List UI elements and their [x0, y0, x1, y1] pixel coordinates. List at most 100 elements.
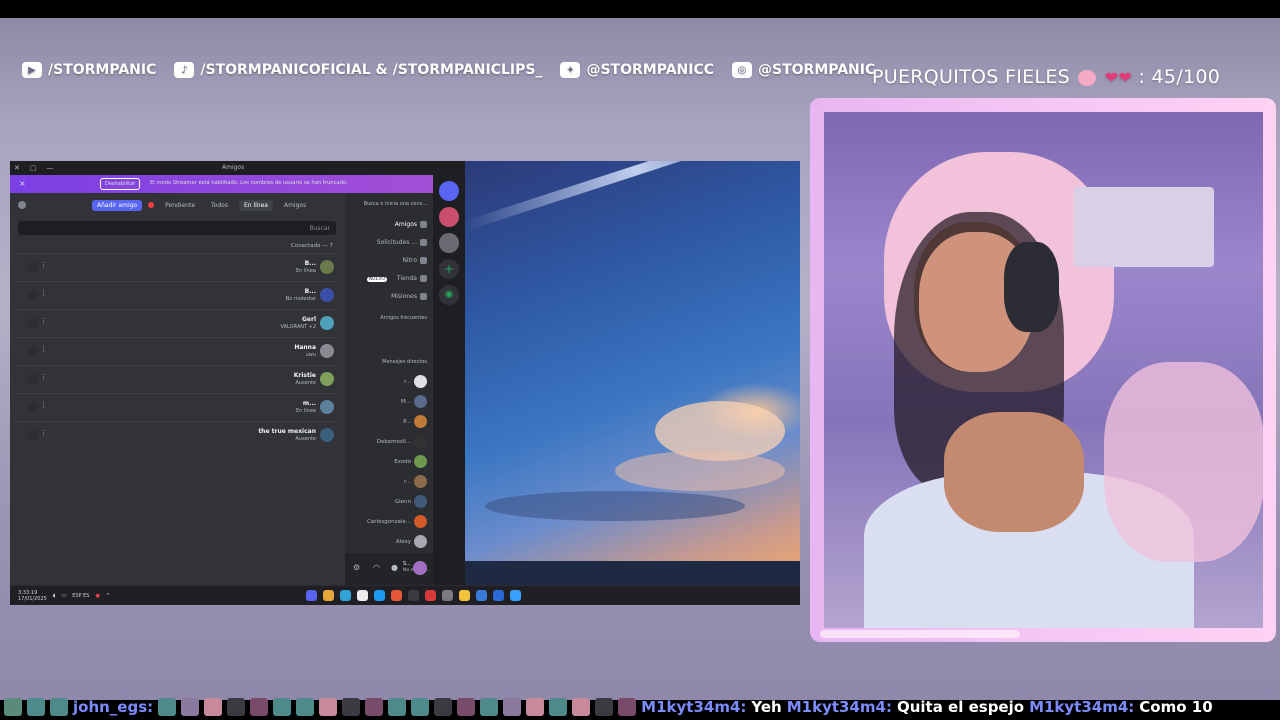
friend-name: Gerl — [301, 316, 316, 323]
sidebar-item-nitro[interactable]: Nitro — [402, 257, 427, 264]
sidebar-item-shop[interactable]: NUEVO Tienda — [366, 275, 427, 282]
more-options-icon[interactable]: ⋮ — [40, 345, 47, 353]
emote-icon — [27, 697, 45, 716]
tab-online[interactable]: En línea — [238, 199, 273, 211]
headphones-icon[interactable]: ◠ — [373, 563, 380, 572]
dm-item[interactable]: P... — [403, 415, 427, 428]
dm-item[interactable]: Exodo — [394, 455, 427, 468]
avatar — [414, 375, 427, 388]
chat-username[interactable]: M1kyt34m4: — [1029, 698, 1134, 716]
friend-row[interactable]: B... No molestar ⋮ — [18, 281, 336, 309]
friend-row[interactable]: Hanna uwu ⋮ — [18, 337, 336, 365]
friend-row[interactable]: B... En línea ⋮ — [18, 253, 336, 281]
language-indicator[interactable]: ESP ES — [72, 593, 89, 599]
avatar[interactable] — [413, 561, 427, 575]
dm-item[interactable]: r... — [404, 375, 427, 388]
close-window-icon[interactable]: ✕ — [14, 164, 20, 172]
tab-all[interactable]: Todos — [206, 200, 233, 211]
obs-app-icon[interactable] — [425, 590, 436, 601]
disable-streamer-mode-button[interactable]: Deshabilitar — [100, 178, 141, 190]
settings-icon[interactable]: ⚙ — [353, 563, 360, 572]
dm-item[interactable]: Alexy — [396, 535, 427, 548]
friends-search-input[interactable]: Buscar — [18, 221, 336, 235]
friend-status: En línea — [295, 408, 316, 414]
more-options-icon[interactable]: ⋮ — [40, 373, 47, 381]
emote-icon — [296, 697, 315, 716]
message-icon[interactable] — [28, 430, 38, 440]
brave-app-icon[interactable] — [391, 590, 402, 601]
dm-item[interactable]: r... — [404, 475, 427, 488]
microphone-icon[interactable]: ● — [95, 593, 99, 599]
emote-icon — [595, 697, 614, 716]
more-options-icon[interactable]: ⋮ — [40, 261, 47, 269]
search-icon[interactable] — [493, 590, 504, 601]
app-icon[interactable] — [374, 590, 385, 601]
dm-item[interactable]: Glenn — [395, 495, 427, 508]
friend-status: Ausente — [295, 436, 316, 442]
windows-start-icon[interactable] — [510, 590, 521, 601]
server-icon[interactable] — [439, 233, 459, 253]
inbox-icon[interactable] — [18, 201, 26, 209]
clock[interactable]: 3:33:19 17/01/2025 — [18, 590, 47, 602]
banner-dismiss-button[interactable]: × — [19, 179, 26, 188]
youtube-icon: ▶ — [22, 62, 42, 78]
friend-row[interactable]: m... En línea ⋮ — [18, 393, 336, 421]
network-icon[interactable]: ▭ — [61, 593, 66, 599]
explore-icon[interactable]: ◉ — [439, 285, 459, 305]
app-icon[interactable] — [442, 590, 453, 601]
minimize-window-icon[interactable]: ▢ — [30, 164, 37, 172]
add-server-icon[interactable]: + — [439, 259, 459, 279]
add-friend-button[interactable]: Añadir amigo — [92, 199, 143, 211]
channel-sidebar: Busca o inicia una conv... Amigos Solici… — [345, 193, 433, 585]
app-icon[interactable] — [408, 590, 419, 601]
avatar — [320, 288, 334, 302]
sidebar-item-missions[interactable]: Misiones — [391, 293, 427, 300]
youtube-handle: /STORMPANIC — [48, 62, 157, 78]
dm-name: M... — [401, 399, 411, 405]
chat-username[interactable]: john_egs: — [73, 698, 153, 716]
microphone-icon[interactable]: ● — [391, 563, 398, 572]
message-icon[interactable] — [28, 290, 38, 300]
nitro-icon — [420, 257, 427, 264]
tab-friends[interactable]: Amigos — [279, 200, 311, 211]
sidebar-item-requests[interactable]: Solicitudes ... — [377, 239, 427, 246]
sidebar-item-friends[interactable]: Amigos — [395, 221, 427, 228]
friend-row[interactable]: Kristie Ausente ⋮ — [18, 365, 336, 393]
more-options-icon[interactable]: ⋮ — [40, 289, 47, 297]
cloud-shape — [615, 451, 785, 491]
more-options-icon[interactable]: ⋮ — [40, 317, 47, 325]
discord-home-icon[interactable] — [439, 181, 459, 201]
conversation-search-input[interactable]: Busca o inicia una conv... — [364, 201, 427, 207]
tab-pending[interactable]: Pendiente — [160, 200, 200, 211]
avatar — [414, 515, 427, 528]
more-options-icon[interactable]: ⋮ — [40, 401, 47, 409]
maximize-window-icon[interactable]: — — [47, 164, 54, 172]
chat-username[interactable]: M1kyt34m4: — [787, 698, 892, 716]
volume-icon[interactable]: ◖ — [53, 593, 56, 599]
chat-username[interactable]: M1kyt34m4: — [641, 698, 746, 716]
capcut-app-icon[interactable] — [357, 590, 368, 601]
message-icon[interactable] — [28, 402, 38, 412]
more-options-icon[interactable]: ⋮ — [40, 429, 47, 437]
emote-icon — [273, 697, 292, 716]
emote-icon — [618, 697, 637, 716]
discord-app-icon[interactable] — [306, 590, 317, 601]
emote-icon — [480, 697, 499, 716]
message-icon[interactable] — [28, 346, 38, 356]
file-explorer-icon[interactable] — [459, 590, 470, 601]
store-app-icon[interactable] — [476, 590, 487, 601]
message-icon[interactable] — [28, 374, 38, 384]
dm-item[interactable]: Carlosgonzale... — [367, 515, 427, 528]
tiktok-handle: /STORMPANICOFICIAL & /STORMPANICLIPS_ — [200, 62, 543, 78]
friend-row[interactable]: Gerl VALORANT +2 ⋮ — [18, 309, 336, 337]
dm-item[interactable]: M... — [401, 395, 427, 408]
edge-app-icon[interactable] — [340, 590, 351, 601]
message-icon[interactable] — [28, 262, 38, 272]
chevron-up-icon[interactable]: ^ — [106, 593, 110, 599]
server-icon[interactable] — [439, 207, 459, 227]
message-icon[interactable] — [28, 318, 38, 328]
friend-row[interactable]: the true mexican Ausente ⋮ — [18, 421, 336, 449]
chrome-app-icon[interactable] — [323, 590, 334, 601]
dm-item[interactable]: Debemosll... — [377, 435, 427, 448]
new-badge: NUEVO — [366, 277, 387, 282]
